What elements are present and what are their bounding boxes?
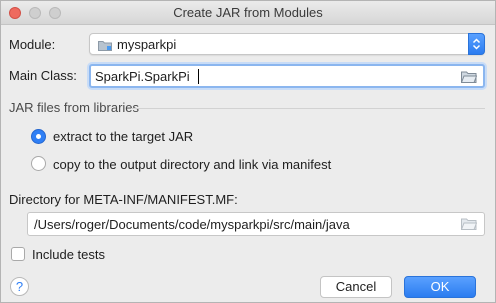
dialog-window: Create JAR from Modules Module: mysparkp… bbox=[0, 0, 496, 303]
module-value: mysparkpi bbox=[117, 37, 177, 52]
chevron-up-down-icon[interactable] bbox=[468, 33, 485, 55]
extract-option-label[interactable]: extract to the target JAR bbox=[53, 129, 193, 144]
manifest-dir-label: Directory for META-INF/MANIFEST.MF: bbox=[9, 192, 238, 207]
include-tests-label[interactable]: Include tests bbox=[32, 247, 105, 262]
module-folder-icon bbox=[98, 39, 112, 54]
main-class-label: Main Class: bbox=[9, 68, 77, 83]
ok-button[interactable]: OK bbox=[404, 276, 476, 298]
folder-browse-icon[interactable] bbox=[460, 218, 478, 233]
main-class-field[interactable]: SparkPi.SparkPi bbox=[89, 64, 485, 88]
include-tests-checkbox[interactable] bbox=[11, 247, 25, 261]
title-bar: Create JAR from Modules bbox=[1, 1, 495, 25]
help-button[interactable]: ? bbox=[10, 277, 29, 296]
cancel-button[interactable]: Cancel bbox=[320, 276, 392, 298]
module-select[interactable]: mysparkpi bbox=[89, 33, 485, 55]
text-cursor bbox=[198, 69, 199, 84]
manifest-dir-value: /Users/roger/Documents/code/mysparkpi/sr… bbox=[34, 217, 350, 232]
folder-browse-icon[interactable] bbox=[460, 71, 478, 86]
libraries-section-label: JAR files from libraries bbox=[9, 100, 140, 115]
manifest-dir-field[interactable]: /Users/roger/Documents/code/mysparkpi/sr… bbox=[27, 212, 485, 236]
section-divider bbox=[131, 108, 485, 109]
copy-option-label[interactable]: copy to the output directory and link vi… bbox=[53, 157, 331, 172]
copy-radio[interactable] bbox=[31, 156, 46, 171]
window-title: Create JAR from Modules bbox=[173, 5, 323, 20]
extract-radio[interactable] bbox=[31, 129, 46, 144]
main-class-value: SparkPi.SparkPi bbox=[95, 69, 190, 84]
module-label: Module: bbox=[9, 37, 56, 52]
